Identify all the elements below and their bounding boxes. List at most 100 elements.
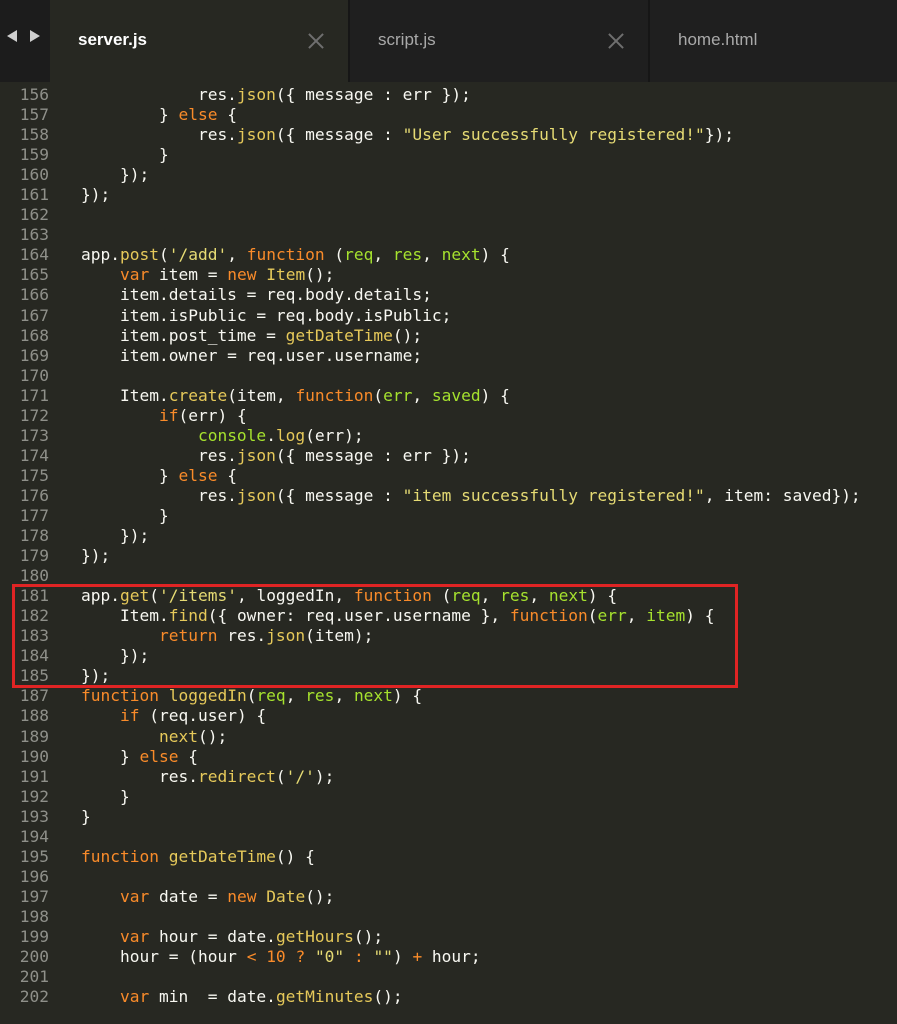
line-code: });: [81, 165, 149, 185]
code-token: {: [178, 746, 198, 766]
code-line[interactable]: 194: [0, 827, 897, 847]
code-token: ({ message :: [275, 125, 403, 145]
code-token: getDateTime: [168, 846, 276, 866]
code-token: {: [217, 465, 237, 485]
code-line[interactable]: 157 } else {: [0, 105, 897, 125]
code-line[interactable]: 168 item.post_time = getDateTime();: [0, 326, 897, 346]
code-line[interactable]: 189 next();: [0, 727, 897, 747]
close-icon[interactable]: [608, 33, 624, 49]
line-number: 170: [19, 365, 49, 385]
tab-server-js[interactable]: server.js: [50, 0, 350, 82]
code-line[interactable]: 162: [0, 205, 897, 225]
code-area[interactable]: 156 res.json({ message : err }); 157 } el…: [0, 85, 897, 1007]
code-line[interactable]: 165 var item = new Item();: [0, 265, 897, 285]
code-token: function: [81, 686, 159, 706]
code-line[interactable]: 166 item.details = req.body.details;: [0, 285, 897, 305]
code-line[interactable]: 174 res.json({ message : err });: [0, 446, 897, 466]
line-code: item.owner = req.user.username;: [81, 346, 422, 366]
code-token: else: [178, 465, 218, 485]
code-token: ,: [334, 686, 354, 706]
line-number: 179: [19, 546, 49, 566]
code-line[interactable]: 169 item.owner = req.user.username;: [0, 346, 897, 366]
code-line[interactable]: 175 } else {: [0, 466, 897, 486]
line-code: console.log(err);: [81, 426, 364, 446]
tab-script-js[interactable]: script.js: [350, 0, 650, 82]
code-token: 10: [266, 947, 286, 967]
code-line[interactable]: 187 function loggedIn(req, res, next) {: [0, 686, 897, 706]
code-line[interactable]: 199 var hour = date.getHours();: [0, 927, 897, 947]
code-token: (: [275, 766, 286, 786]
code-line[interactable]: 198: [0, 907, 897, 927]
code-line[interactable]: 163: [0, 225, 897, 245]
code-token: });: [81, 526, 150, 546]
code-token: var: [119, 926, 150, 946]
code-token: }: [81, 145, 169, 165]
code-line[interactable]: 193}: [0, 807, 897, 827]
code-token: ,: [373, 245, 393, 265]
code-token: '/add': [168, 245, 228, 265]
code-line[interactable]: 156 res.json({ message : err });: [0, 85, 897, 105]
code-line[interactable]: 164 app.post('/add', function (req, res, …: [0, 245, 897, 265]
code-line[interactable]: 158 res.json({ message : "User successfu…: [0, 125, 897, 145]
code-line[interactable]: 167 item.isPublic = req.body.isPublic;: [0, 306, 897, 326]
line-code: if (req.user) {: [81, 706, 266, 726]
code-token: Date: [266, 886, 306, 906]
code-token: ();: [373, 987, 403, 1007]
code-token: date =: [149, 886, 228, 906]
code-token: function: [295, 385, 374, 405]
line-number: 191: [19, 766, 49, 786]
line-number: 187: [19, 686, 49, 706]
code-token: if: [158, 405, 179, 425]
code-line[interactable]: 159 }: [0, 145, 897, 165]
line-number: 197: [19, 886, 49, 906]
code-token: item =: [149, 265, 228, 285]
code-line[interactable]: 195 function getDateTime() {: [0, 847, 897, 867]
code-token: ,: [412, 385, 432, 405]
code-token: (err);: [305, 425, 364, 445]
code-line[interactable]: 171 Item.create(item, function(err, save…: [0, 386, 897, 406]
code-line[interactable]: 160 });: [0, 165, 897, 185]
line-number: 159: [19, 145, 49, 165]
code-token: );: [314, 766, 335, 786]
code-line[interactable]: 173 console.log(err);: [0, 426, 897, 446]
code-token: req: [256, 686, 286, 706]
code-line[interactable]: 177 }: [0, 506, 897, 526]
code-line[interactable]: 191 res.redirect('/');: [0, 767, 897, 787]
code-line[interactable]: 179});: [0, 546, 897, 566]
line-code: }: [81, 807, 91, 827]
code-line[interactable]: 176 res.json({ message : "item successfu…: [0, 486, 897, 506]
code-line[interactable]: 190 } else {: [0, 747, 897, 767]
code-line[interactable]: 196: [0, 867, 897, 887]
code-token: ) {: [480, 245, 510, 265]
code-line[interactable]: 201: [0, 967, 897, 987]
line-code: res.json({ message : err });: [81, 446, 471, 466]
code-line[interactable]: 161});: [0, 185, 897, 205]
code-token: ,: [285, 686, 306, 706]
line-code: }: [81, 506, 169, 526]
chevron-right-icon[interactable]: [30, 30, 40, 42]
code-token: });: [81, 165, 150, 185]
code-token: ();: [305, 886, 335, 906]
code-line[interactable]: 170: [0, 366, 897, 386]
code-line[interactable]: 202 var min = date.getMinutes();: [0, 987, 897, 1007]
code-token: function: [81, 846, 159, 866]
line-code: res.redirect('/');: [81, 767, 334, 787]
chevron-left-icon[interactable]: [7, 30, 17, 42]
code-line[interactable]: 197 var date = new Date();: [0, 887, 897, 907]
tab-home-html[interactable]: home.html: [650, 0, 897, 82]
code-token: res.: [81, 85, 237, 104]
code-line[interactable]: 172 if(err) {: [0, 406, 897, 426]
code-token: loggedIn: [168, 686, 247, 706]
code-token: new: [227, 886, 257, 906]
code-token: function: [246, 245, 325, 265]
close-icon[interactable]: [308, 33, 324, 49]
code-line[interactable]: 200 hour = (hour < 10 ? "0" : "") + hour…: [0, 947, 897, 967]
code-token: ): [392, 947, 413, 967]
code-line[interactable]: 188 if (req.user) {: [0, 706, 897, 726]
code-line[interactable]: 178 });: [0, 526, 897, 546]
code-token: json: [236, 445, 276, 465]
code-line[interactable]: 192 }: [0, 787, 897, 807]
code-token: hour = (hour: [81, 947, 247, 967]
